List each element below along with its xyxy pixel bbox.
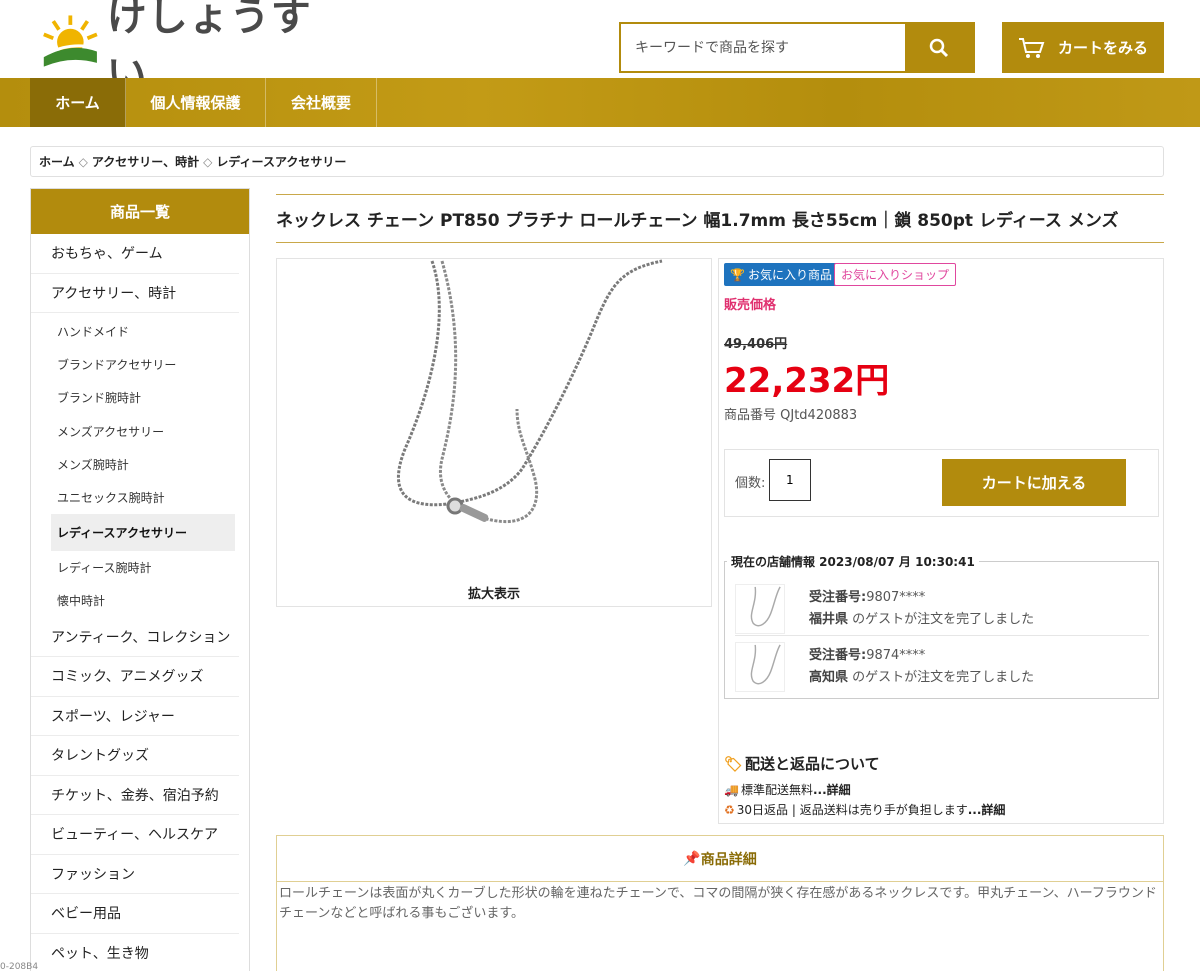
price-label: 販売価格 [724,298,777,313]
order-item: 受注番号:9807**** 福井県 のゲストが注文を完了しました [735,582,1149,636]
order-label: 受注番号: [809,589,867,605]
breadcrumb-ladies[interactable]: レディースアクセサリー [216,153,346,170]
sidebar-item[interactable]: ベビー用品 [31,894,239,934]
sidebar-subitem-active[interactable]: レディースアクセサリー [51,514,235,552]
sidebar-item[interactable]: ビューティー、ヘルスケア [31,815,239,855]
order-item: 受注番号:9874**** 高知県 のゲストが注文を完了しました [735,640,1149,694]
product-title: ネックレス チェーン PT850 プラチナ ロールチェーン 幅1.7mm 長さ5… [276,194,1164,243]
favorite-product-button[interactable]: 🏆 お気に入り商品 [724,263,838,286]
sidebar-item[interactable]: ファッション [31,855,239,894]
header: けしょうすい カートをみる [0,0,1200,98]
sidebar-item[interactable]: ペット、生き物 [31,934,239,971]
order-number: 9874**** [866,648,926,663]
order-pref: 福井県 [809,611,849,627]
product-detail-box: 📌 商品詳細 ロールチェーンは表面が丸くカーブした形状の輪を連ねたチェーンで、コ… [276,835,1164,971]
truck-icon: 🚚 [724,782,739,797]
category-sidebar: 商品一覧 おもちゃ、ゲーム アクセサリー、時計 ハンドメイド ブランドアクセサリ… [30,188,250,971]
corner-label: 0-208B4 [0,962,39,971]
nav-item-privacy[interactable]: 個人情報保護 [126,78,266,127]
order-message: のゲストが注文を完了しました [848,670,1035,685]
sidebar-subitem[interactable]: レディース腕時計 [31,551,249,584]
sidebar-subitem[interactable]: 懐中時計 [31,584,249,617]
search-icon [929,38,949,57]
product-info-box: 🏆 お気に入り商品 お気に入りショップ 販売価格 49,406円 22,232円… [718,258,1164,824]
product-sku: 商品番号 QJtd420883 [724,408,858,423]
sidebar-item[interactable]: アクセサリー、時計 [31,274,239,313]
breadcrumb-separator: ◇ [78,154,88,169]
order-number: 9807**** [866,589,926,605]
add-to-cart-button[interactable]: カートに加える [942,459,1126,506]
breadcrumb-home[interactable]: ホーム [39,153,75,170]
sidebar-item[interactable]: スポーツ、レジャー [31,697,239,736]
product-detail-title: 商品詳細 [700,851,757,868]
store-info-title: 現在の店舗情報 2023/08/07 月 10:30:41 [727,553,979,570]
cart-icon [1018,37,1045,58]
return-detail-link[interactable]: ...詳細 [968,801,1006,818]
favorite-product-label: お気に入り商品 [747,268,832,282]
order-message: のゲストが注文を完了しました [848,611,1035,627]
sale-price: 22,232円 [724,361,890,401]
view-cart-button[interactable]: カートをみる [1002,22,1164,73]
sidebar-subitem[interactable]: メンズ腕時計 [31,448,249,481]
return-line: ♻ 30日返品 | 返品送料は売り手が負担します ...詳細 [724,801,1005,818]
sun-logo-icon [43,15,98,67]
sidebar-item[interactable]: おもちゃ、ゲーム [31,234,239,274]
quantity-input[interactable] [769,459,811,501]
main-nav: ホーム 個人情報保護 会社概要 [0,78,1200,127]
breadcrumb: ホーム ◇ アクセサリー、時計 ◇ レディースアクセサリー [30,146,1164,177]
sidebar-subitem[interactable]: ブランド腕時計 [31,381,249,414]
breadcrumb-separator: ◇ [203,154,213,169]
necklace-image [396,259,663,524]
order-text: 受注番号:9807**** 福井県 のゲストが注文を完了しました [809,587,1034,631]
store-info-box: 現在の店舗情報 2023/08/07 月 10:30:41 受注番号:9807*… [724,553,1159,699]
product-image-box[interactable]: 拡大表示 [276,258,712,607]
sidebar-item[interactable]: チケット、金券、宿泊予約 [31,776,239,815]
view-cart-label: カートをみる [1057,39,1148,57]
necklace-thumbnail [735,583,785,634]
recycle-icon: ♻ [724,802,735,817]
product-description: ロールチェーンは表面が丸くカーブした形状の輪を連ねたチェーンで、コマの間隔が狭く… [279,886,1157,921]
sidebar-item[interactable]: アンティーク、コレクション [31,618,239,657]
search-input[interactable] [621,24,905,71]
old-price: 49,406円 [724,337,788,352]
search-bar [619,22,975,73]
logo[interactable]: けしょうすい [40,0,340,98]
sidebar-subitem[interactable]: メンズアクセサリー [31,415,249,448]
nav-item-company[interactable]: 会社概要 [266,78,377,127]
sidebar-subitem[interactable]: ユニセックス腕時計 [31,481,249,514]
search-button[interactable] [905,24,973,71]
necklace-thumbnail [735,642,785,692]
return-text: 30日返品 | 返品送料は売り手が負担します [736,803,968,817]
nav-item-home[interactable]: ホーム [30,78,126,127]
sidebar-title: 商品一覧 [31,189,249,234]
quantity-box: 個数: カートに加える [724,449,1159,517]
breadcrumb-accessories[interactable]: アクセサリー、時計 [92,153,199,170]
order-pref: 高知県 [809,670,849,685]
shipping-title-text: 配送と返品について [745,755,880,773]
tag-icon: 🏷 [724,754,744,773]
shipping-title: 🏷 配送と返品について [724,753,880,774]
shipping-text: 標準配送無料 [740,783,813,797]
sidebar-subitem[interactable]: ハンドメイド [31,315,249,348]
pin-icon: 📌 [683,850,701,867]
sidebar-item[interactable]: コミック、アニメグッズ [31,657,239,697]
sidebar-subitem[interactable]: ブランドアクセサリー [31,348,249,381]
favorite-shop-button[interactable]: お気に入りショップ [834,263,957,286]
order-label: 受注番号: [809,648,867,663]
zoom-link[interactable]: 拡大表示 [277,583,711,602]
shipping-line: 🚚 標準配送無料 ...詳細 [724,781,851,798]
shipping-detail-link[interactable]: ...詳細 [813,781,851,798]
trophy-icon: 🏆 [730,267,745,282]
product-detail-header: 📌 商品詳細 [277,836,1163,882]
sidebar-item[interactable]: タレントグッズ [31,736,239,776]
order-text: 受注番号:9874**** 高知県 のゲストが注文を完了しました [809,645,1034,689]
quantity-label: 個数: [735,476,766,491]
